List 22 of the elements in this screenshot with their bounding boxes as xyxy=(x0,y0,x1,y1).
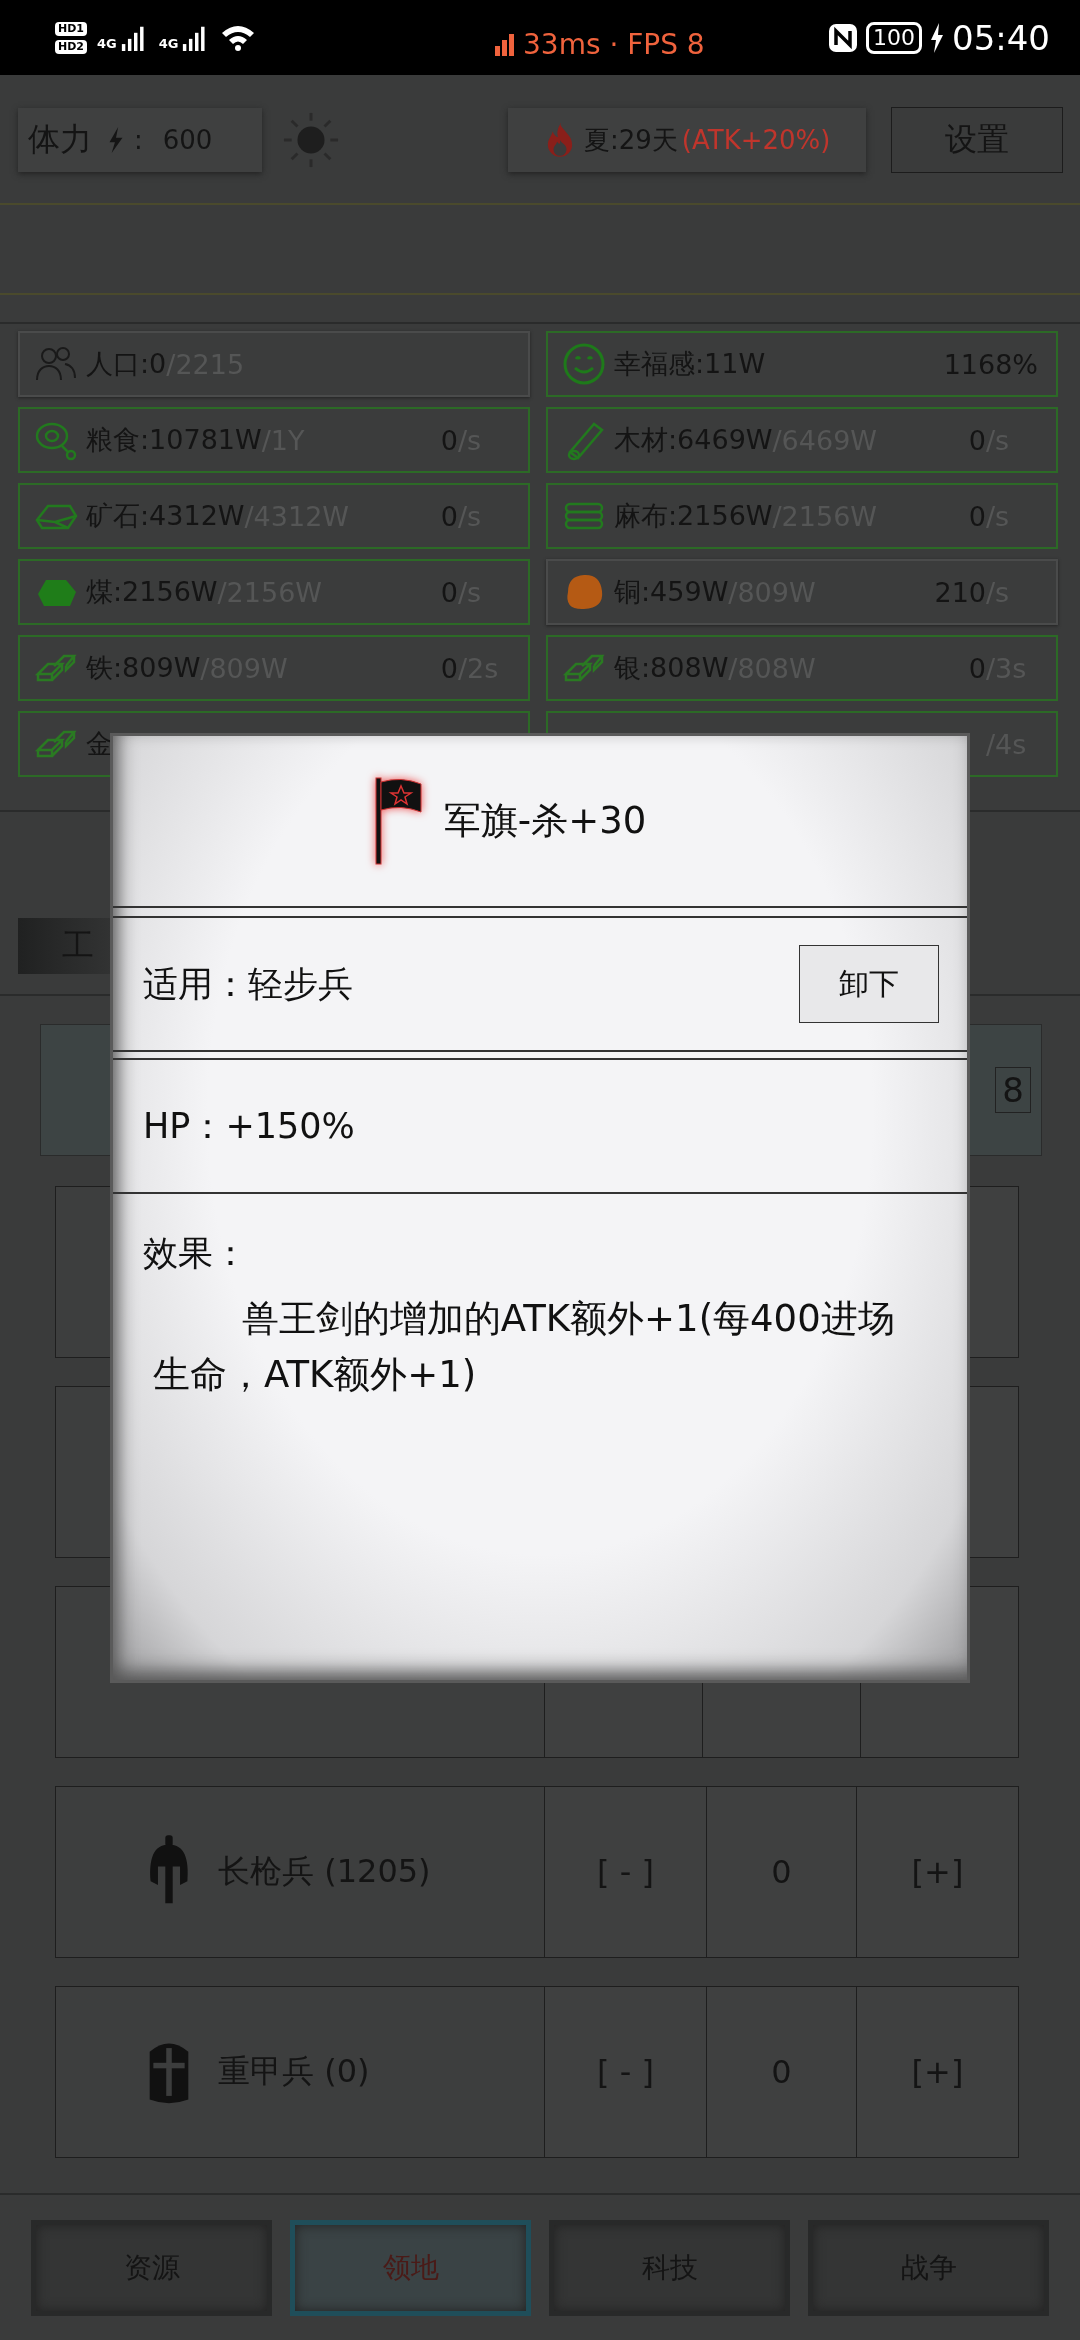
charging-icon xyxy=(930,22,944,53)
network-label: 4G xyxy=(97,35,117,51)
attack-bonus: (ATK+20%) xyxy=(681,125,831,155)
sim-badge: HD1 xyxy=(55,21,87,36)
signal-icon xyxy=(495,33,515,56)
effect-label: 效果： xyxy=(143,1232,249,1275)
flag-icon xyxy=(373,776,424,866)
sim-badge: HD2 xyxy=(55,39,87,54)
hp-bonus: HP：+150% xyxy=(143,1104,355,1148)
battery-level: 100 xyxy=(866,21,922,54)
dialog-title: 军旗-杀+30 xyxy=(443,798,647,844)
clock: 05:40 xyxy=(952,17,1050,58)
performance-readout: 33ms · FPS 8 xyxy=(523,28,705,61)
stamina-separator: : xyxy=(134,125,143,155)
flame-icon xyxy=(546,122,574,158)
network-label: 4G xyxy=(158,35,179,51)
unequip-button[interactable]: 卸下 xyxy=(799,945,939,1023)
lightning-icon xyxy=(108,127,124,153)
effect-description: 兽王剑的增加的ATK额外+1(每400进场生命，ATK额外+1) xyxy=(152,1296,896,1398)
smile-icon xyxy=(562,342,606,386)
sun-icon xyxy=(282,111,340,169)
nfc-icon xyxy=(828,22,858,53)
